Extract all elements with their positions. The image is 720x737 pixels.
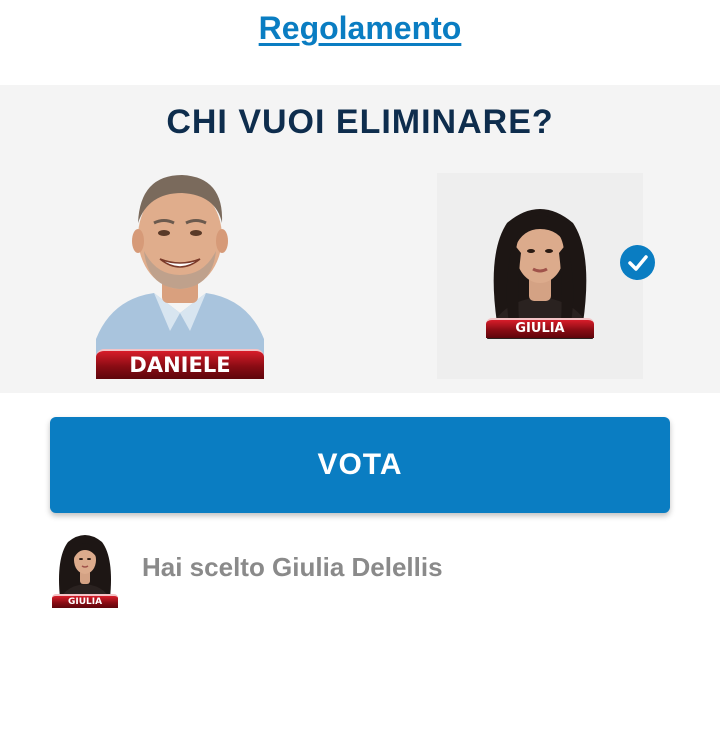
rules-link[interactable]: Regolamento xyxy=(259,10,462,47)
selected-check-badge xyxy=(620,245,655,280)
daniele-name-plate: DANIELE xyxy=(96,349,264,379)
choice-text: Hai scelto Giulia Delellis xyxy=(142,552,443,582)
vote-button[interactable]: VOTA xyxy=(50,417,670,513)
vote-panel: CHI VUOI ELIMINARE? DANIELE GIULIA xyxy=(0,85,720,393)
choice-name-plate: GIULIA xyxy=(52,594,118,608)
candidate-daniele[interactable]: DANIELE xyxy=(92,171,268,379)
choice-thumbnail: GIULIA xyxy=(50,528,120,608)
check-icon xyxy=(627,254,648,271)
choice-summary: GIULIA Hai scelto Giulia Delellis xyxy=(50,528,670,608)
daniele-portrait xyxy=(96,175,264,379)
giulia-portrait xyxy=(487,209,593,339)
candidate-giulia[interactable]: GIULIA xyxy=(437,173,643,379)
poll-question: CHI VUOI ELIMINARE? xyxy=(166,103,554,141)
giulia-name-plate: GIULIA xyxy=(486,318,594,338)
header: Regolamento xyxy=(0,0,720,85)
